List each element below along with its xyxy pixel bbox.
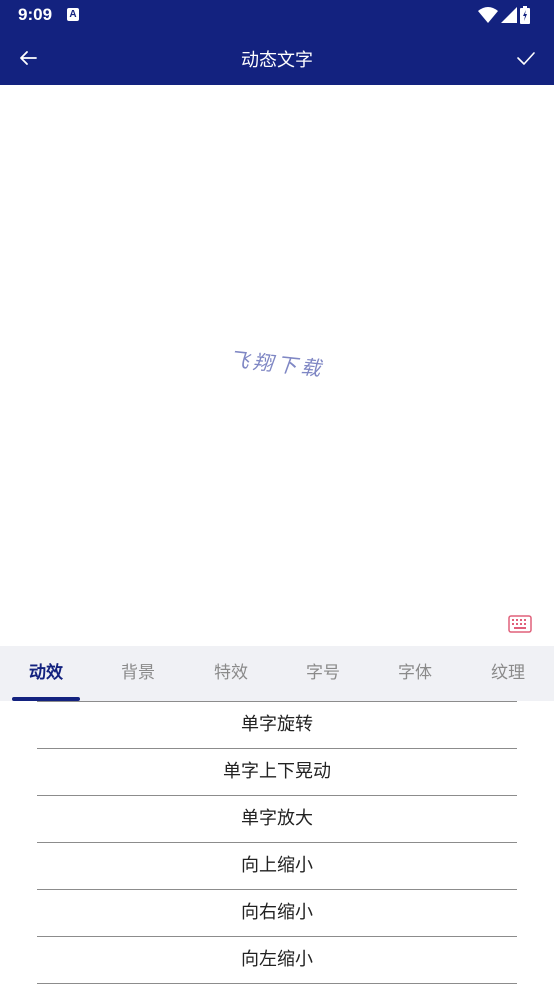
tab-texture[interactable]: 纹理 xyxy=(462,646,554,701)
status-bar: 9:09 A xyxy=(0,0,554,32)
status-time: 9:09 xyxy=(18,5,53,24)
battery-icon xyxy=(520,6,530,24)
tab-font[interactable]: 字体 xyxy=(369,646,461,701)
tab-effects[interactable]: 特效 xyxy=(185,646,277,701)
notification-icon: A xyxy=(67,8,79,21)
status-icons xyxy=(478,6,538,26)
effect-option-shrink-left[interactable]: 向左缩小 xyxy=(37,936,517,984)
tab-font-size[interactable]: 字号 xyxy=(277,646,369,701)
preview-text[interactable]: 飞翔下载 xyxy=(0,319,554,406)
tab-background[interactable]: 背景 xyxy=(92,646,184,701)
preview-canvas[interactable]: 飞翔下载 xyxy=(0,85,554,646)
effect-option-single-bounce[interactable]: 单字上下晃动 xyxy=(37,748,517,795)
keyboard-icon[interactable] xyxy=(508,615,532,633)
page-title: 动态文字 xyxy=(241,50,313,71)
tab-animation[interactable]: 动效 xyxy=(0,646,92,701)
signal-icon xyxy=(501,7,517,23)
wifi-icon xyxy=(478,7,498,23)
effect-option-shrink-right[interactable]: 向右缩小 xyxy=(37,889,517,936)
effect-option-shrink-up[interactable]: 向上缩小 xyxy=(37,842,517,889)
effect-option-single-rotate[interactable]: 单字旋转 xyxy=(37,701,517,748)
effect-list: 单字旋转 单字上下晃动 单字放大 向上缩小 向右缩小 向左缩小 xyxy=(37,701,517,984)
tab-bar: 动效 背景 特效 字号 字体 纹理 xyxy=(0,646,554,701)
effect-option-single-zoom[interactable]: 单字放大 xyxy=(37,795,517,842)
confirm-check-icon[interactable] xyxy=(516,48,536,68)
app-bar: 动态文字 xyxy=(0,32,554,85)
